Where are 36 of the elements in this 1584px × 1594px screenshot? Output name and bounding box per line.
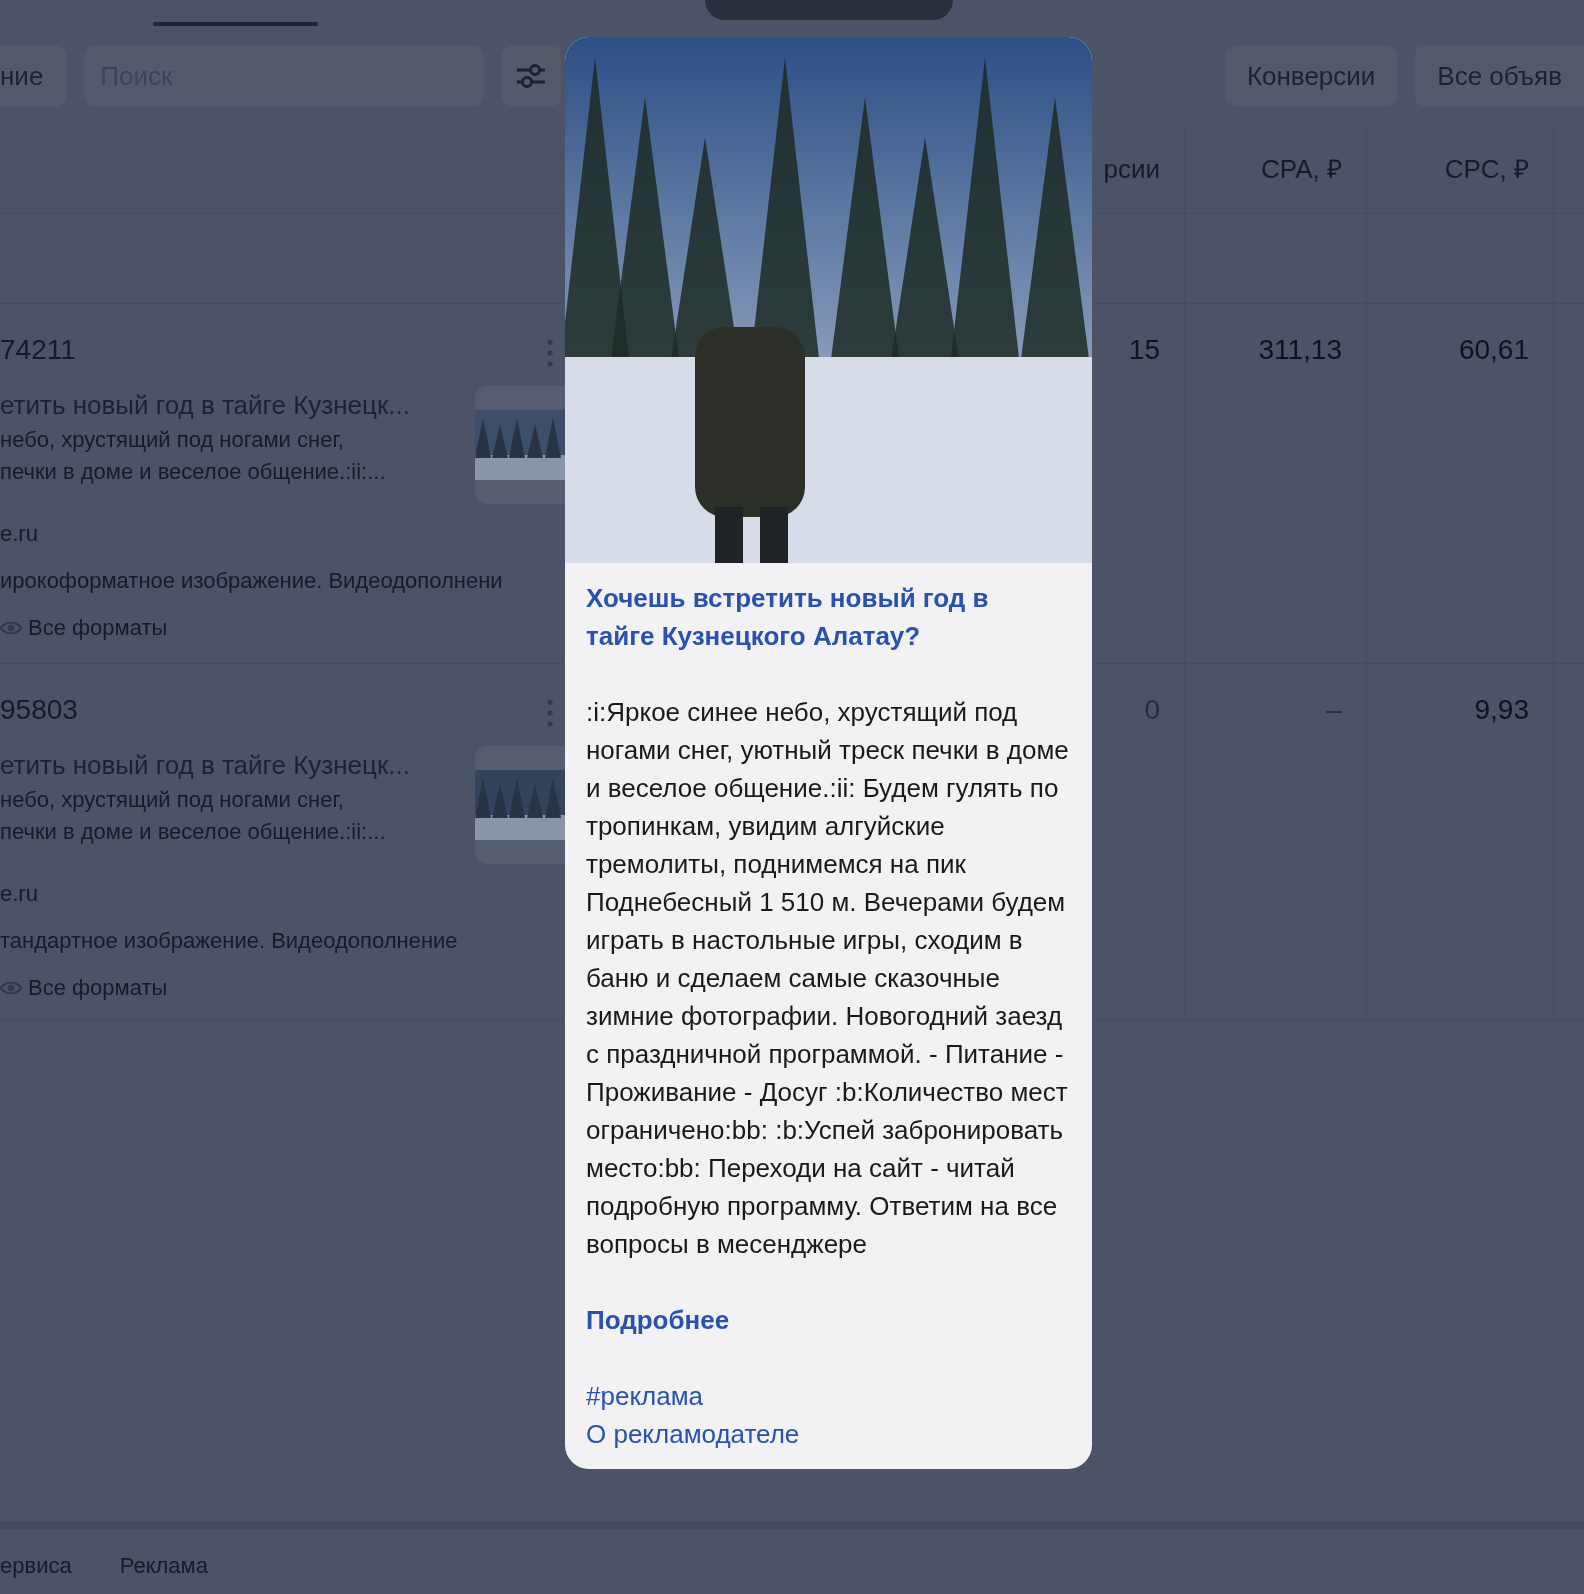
metric-cell-text: 60,61 [1458, 333, 1529, 367]
ad-id: 95803 [0, 693, 78, 727]
filter-chip[interactable]: ние [0, 45, 68, 107]
eye-icon [0, 980, 22, 996]
toolbar-button[interactable]: Конверсии [1224, 45, 1398, 107]
ad-body-text: :i:Яркое синее небо, хрустящий под ногами снег, уютный треск печки в доме и веселое общение.:ii: Будем гулять по тропинкам, увидим алгуйские тремолиты, поднимемся на пик Поднебесный 1 510 м. Вечерами будем играть в настольные игры, сходим в баню и сделаем самые сказочные зимние фотографии. Новогодний заезд с праздничной программой. - Питание - Проживание - Досуг :b:Количество мест ограничено:bb: :b:Успей забронировать место:bb: Переходи на сайт - читай подробную программу. Ответим на все вопросы в месенджере [586, 696, 1070, 1261]
ad-formats: ирокоформатное изображение. Видеодополнени [0, 567, 504, 595]
ad-id: 74211 [0, 333, 76, 367]
eye-icon [0, 620, 22, 636]
all-formats-link[interactable]: Все форматы [0, 972, 565, 1004]
all-formats-link[interactable]: Все форматы [0, 612, 565, 644]
metric-cell-text: 311,13 [1258, 333, 1342, 367]
column-header: рсии [1103, 153, 1160, 186]
footer-link[interactable]: Реклама [119, 1549, 208, 1582]
ad-description-line: печки в доме и веселое общение.:ii:... [0, 458, 387, 486]
metric-cell-text: – [1326, 693, 1342, 727]
filter-button[interactable] [501, 45, 562, 107]
metric-cell-text: 9,93 [1474, 693, 1529, 727]
ad-formats: тандартное изображение. Видеодополнение [0, 927, 459, 955]
more-icon[interactable] [547, 338, 553, 368]
ad-description-line: небо, хрустящий под ногами снег, [0, 786, 345, 814]
column-header: CPC, ₽ [1444, 153, 1529, 186]
ad-description-line: небо, хрустящий под ногами снег, [0, 426, 345, 454]
more-link[interactable]: Подробнее [586, 1301, 730, 1339]
column-header: CPA, ₽ [1261, 153, 1342, 186]
ad-footer-link[interactable]: #реклама [586, 1377, 703, 1415]
footer-link[interactable]: ервиса [0, 1549, 72, 1582]
ad-description-line: печки в доме и веселое общение.:ii:... [0, 818, 387, 846]
metric-cell-text: 15 [1128, 333, 1160, 367]
toolbar-button[interactable]: Все объяв [1415, 45, 1584, 107]
ad-domain: e.ru [0, 880, 39, 908]
ad-headline[interactable]: Хочешь встретить новый год в тайге Кузнецкого Алатау? [586, 579, 1006, 655]
ad-footer-link[interactable]: О рекламодателе [586, 1415, 800, 1453]
sliders-icon [515, 62, 548, 90]
ad-domain: e.ru [0, 520, 39, 548]
more-icon[interactable] [547, 698, 553, 728]
